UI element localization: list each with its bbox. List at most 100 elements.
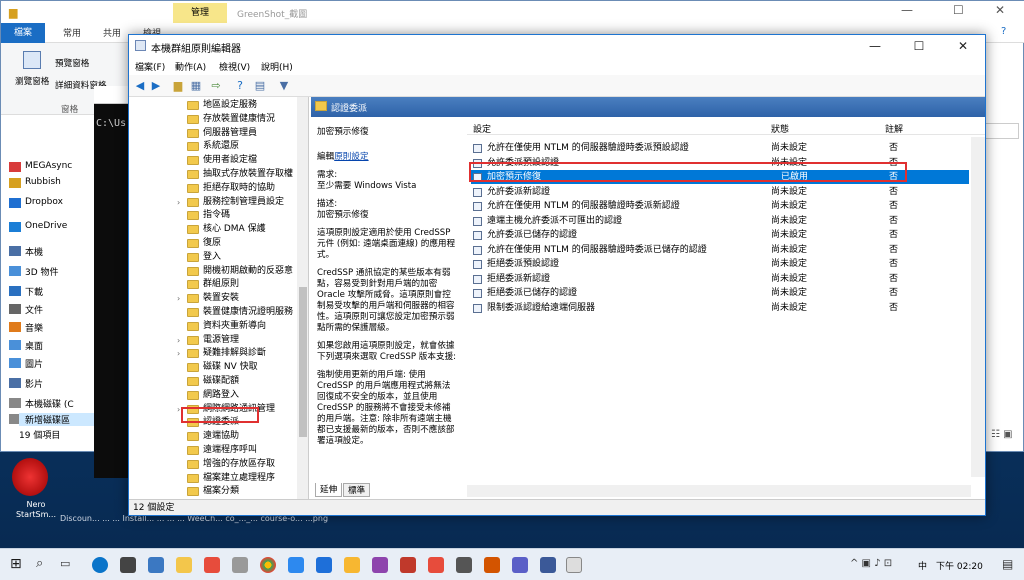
explorer-nav-item[interactable]: OneDrive (25, 221, 67, 231)
app9-icon[interactable] (540, 557, 556, 573)
nero-app-icon[interactable] (12, 458, 48, 496)
tree-item[interactable]: 指令碼 (203, 209, 230, 222)
tab-extended[interactable]: 延伸 (315, 483, 343, 497)
explorer-nav-item[interactable]: MEGAsync (25, 161, 72, 171)
app2-icon[interactable] (288, 557, 304, 573)
explorer-nav-item[interactable]: 桌面 (25, 339, 43, 352)
menu-file[interactable]: 檔案(F) (135, 60, 165, 73)
explorer-nav-item[interactable]: 本機磁碟 (C (25, 397, 74, 410)
properties-icon[interactable]: ▤ (253, 79, 267, 93)
clock[interactable]: 下午 02:20 (936, 559, 983, 572)
table-row[interactable]: 遠端主機允許委派不可匯出的認證 尚未設定 否 (471, 214, 969, 228)
chrome-icon[interactable] (260, 557, 276, 573)
window-icon[interactable] (120, 557, 136, 573)
tree-item[interactable]: 遠端程序呼叫 (203, 444, 257, 457)
tree-item[interactable]: 使用者設定檔 (203, 154, 257, 167)
tab-standard[interactable]: 標準 (343, 483, 371, 497)
tree-item[interactable]: 復原 (203, 237, 221, 250)
help-icon[interactable]: ? (233, 79, 247, 93)
tree-item[interactable]: 遠端協助 (203, 430, 239, 443)
view-toggle-icon[interactable]: ☷ ▣ (991, 429, 1013, 440)
explorer-nav-item[interactable]: 本機 (25, 245, 43, 258)
edit-policy-link[interactable]: 原則設定 (334, 152, 368, 162)
col-note[interactable]: 註解 (885, 122, 903, 135)
tree-item[interactable]: 拒絕存取時的協助 (203, 182, 275, 195)
table-row[interactable]: 拒絕委派預設認證 尚未設定 否 (471, 257, 969, 271)
tree-item[interactable]: 檔案分類 (203, 485, 239, 498)
help-icon[interactable]: ? (1001, 26, 1006, 37)
list-hscrollbar[interactable] (467, 485, 971, 497)
tree-expander-icon[interactable]: › (177, 334, 180, 347)
tree-item[interactable]: 存放裝置健康情況 (203, 113, 275, 126)
nav-pane-label[interactable]: 瀏覽窗格 (15, 75, 49, 87)
forward-icon[interactable]: ▶ (149, 79, 163, 93)
tree-item[interactable]: 抽取式存放裝置存取權 (203, 168, 293, 181)
app6-icon[interactable] (428, 557, 444, 573)
tree-scroll-thumb[interactable] (299, 287, 307, 437)
explorer-nav-item[interactable]: Rubbish (25, 177, 61, 187)
task-view-icon[interactable]: ▭ (60, 557, 70, 570)
tree-item[interactable]: 地區設定服務 (203, 99, 257, 112)
start-icon[interactable]: ⊞ (10, 556, 22, 572)
app4-icon[interactable] (372, 557, 388, 573)
edge-icon[interactable] (92, 557, 108, 573)
tree-item[interactable]: 伺服器管理員 (203, 127, 257, 140)
tab-manage[interactable]: 管理 (173, 3, 227, 23)
table-row[interactable]: 允許在僅使用 NTLM 的伺服器驗證時委派預設認證 尚未設定 否 (471, 141, 969, 155)
app7-icon[interactable] (456, 557, 472, 573)
maximize-icon[interactable]: ☐ (953, 3, 964, 17)
tree-expander-icon[interactable]: › (177, 292, 180, 305)
tree-item[interactable]: 磁碟 NV 快取 (203, 361, 258, 374)
word-icon[interactable] (316, 557, 332, 573)
tree-item[interactable]: 服務控制管理員設定 (203, 196, 284, 209)
filter-icon[interactable]: ▼ (277, 79, 291, 93)
explorer-nav-item[interactable]: 影片 (25, 377, 43, 390)
nav-pane-icon[interactable] (23, 51, 41, 69)
tree-item[interactable]: 磁碟配額 (203, 375, 239, 388)
tree-item[interactable]: 檔案建立處理程序 (203, 472, 275, 485)
table-row[interactable]: 允許委派新認證 尚未設定 否 (471, 185, 969, 199)
app5-icon[interactable] (400, 557, 416, 573)
tree-expander-icon[interactable]: › (177, 403, 180, 416)
app3-icon[interactable] (344, 557, 360, 573)
explorer-nav-item[interactable]: 下載 (25, 285, 43, 298)
up-folder-icon[interactable]: ▆ (171, 79, 185, 93)
app8-icon[interactable] (484, 557, 500, 573)
settings-icon[interactable] (232, 557, 248, 573)
explorer-nav-item[interactable]: 文件 (25, 303, 43, 316)
tree-item[interactable]: 資料夾重新導向 (203, 320, 266, 333)
tree-item[interactable]: 開機初期啟動的反惡意 (203, 265, 293, 278)
tree-item[interactable]: 系統還原 (203, 140, 239, 153)
tab-home[interactable]: 常用 (63, 26, 81, 39)
tree-item[interactable]: 網路登入 (203, 389, 239, 402)
store-icon[interactable] (148, 557, 164, 573)
close-icon[interactable]: ✕ (995, 3, 1005, 17)
app-icon[interactable] (204, 557, 220, 573)
menu-action[interactable]: 動作(A) (175, 60, 206, 73)
preview-pane-label[interactable]: 預覽窗格 (55, 57, 89, 69)
table-row[interactable]: 允許委派已儲存的認證 尚未設定 否 (471, 228, 969, 242)
tree-item[interactable]: 裝置健康情況證明服務 (203, 306, 293, 319)
show-tree-icon[interactable]: ▦ (189, 79, 203, 93)
col-state[interactable]: 狀態 (771, 122, 789, 135)
export-icon[interactable]: ⇨ (209, 79, 223, 93)
explorer-nav-item[interactable]: 音樂 (25, 321, 43, 334)
minimize-button[interactable]: — (853, 35, 897, 57)
tab-file[interactable]: 檔案 (1, 23, 45, 43)
menu-view[interactable]: 檢視(V) (219, 60, 250, 73)
tree-expander-icon[interactable]: › (177, 196, 180, 209)
teams-icon[interactable] (512, 557, 528, 573)
menu-help[interactable]: 說明(H) (261, 60, 293, 73)
ime-indicator[interactable]: 中 (918, 559, 927, 572)
table-row[interactable]: 拒絕委派新認證 尚未設定 否 (471, 272, 969, 286)
back-icon[interactable]: ◀ (133, 79, 147, 93)
tree-item[interactable]: 登入 (203, 251, 221, 264)
minimize-icon[interactable]: — (901, 3, 913, 17)
notification-icon[interactable]: ▤ (1002, 557, 1013, 571)
table-row[interactable]: 允許在僅使用 NTLM 的伺服器驗證時委派已儲存的認證 尚未設定 否 (471, 243, 969, 257)
tree-item[interactable]: 裝置安裝 (203, 292, 239, 305)
explorer-nav-item[interactable]: 3D 物件 (25, 265, 59, 278)
app10-icon[interactable] (566, 557, 582, 573)
explorer-taskbar-icon[interactable] (176, 557, 192, 573)
table-row[interactable]: 拒絕委派已儲存的認證 尚未設定 否 (471, 286, 969, 300)
